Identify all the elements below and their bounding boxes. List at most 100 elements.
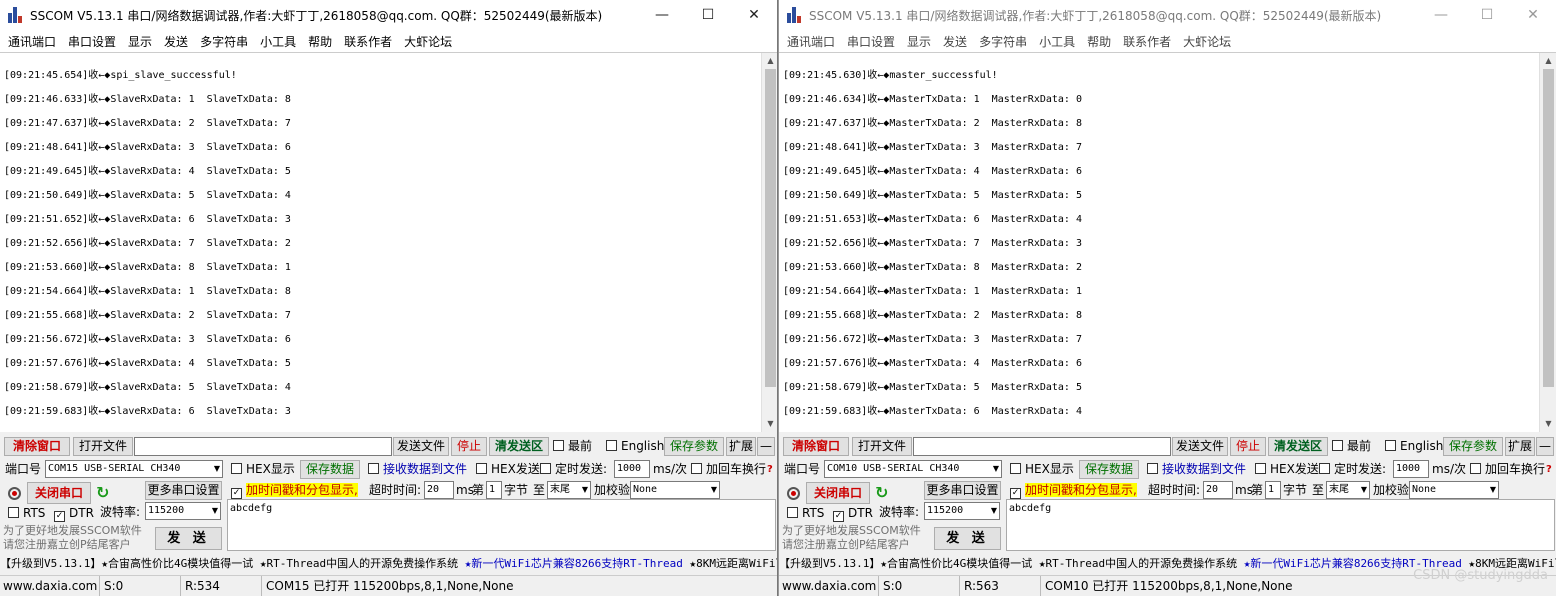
checksum-select[interactable]: None ▼ — [630, 481, 720, 499]
hex-display-checkbox[interactable]: HEX显示 — [231, 460, 295, 478]
timed-send-checkbox[interactable]: 定时发送: — [1319, 460, 1386, 478]
english-checkbox[interactable]: English — [1385, 437, 1443, 455]
timestamp-checkbox[interactable]: ✓ 加时间戳和分包显示, — [1010, 481, 1137, 499]
dtr-checkbox[interactable]: ✓ DTR — [54, 504, 94, 522]
receive-scrollbar[interactable]: ▲ ▼ — [761, 53, 777, 432]
news-ticker[interactable]: 【升级到V5.13.1】★合宙高性价比4G模块值得一试 ★RT-Thread中国… — [0, 554, 777, 574]
ticker-link[interactable]: ★新一代WiFi芯片兼容8266支持RT-Thread — [465, 557, 683, 570]
byte-index-input[interactable]: 1 — [1265, 481, 1281, 499]
add-crlf-checkbox[interactable]: 加回车换行 — [691, 460, 766, 478]
file-path-input[interactable] — [134, 437, 392, 456]
add-crlf-checkbox[interactable]: 加回车换行 — [1470, 460, 1545, 478]
menu-item[interactable]: 串口设置 — [62, 33, 122, 50]
timeout-input[interactable]: 20 — [424, 481, 454, 499]
refresh-icon[interactable]: ↻ — [875, 485, 888, 501]
open-file-button[interactable]: 打开文件 — [73, 437, 133, 456]
end-select[interactable]: 末尾 ▼ — [1326, 481, 1370, 499]
menu-item[interactable]: 小工具 — [1033, 33, 1081, 50]
menu-item[interactable]: 帮助 — [302, 33, 338, 50]
power-icon[interactable] — [787, 487, 800, 500]
recv-to-file-checkbox[interactable]: 接收数据到文件 — [368, 460, 467, 478]
send-file-button[interactable]: 发送文件 — [1172, 437, 1228, 456]
byte-index-input[interactable]: 1 — [486, 481, 502, 499]
save-data-button[interactable]: 保存数据 — [300, 460, 360, 479]
timestamp-checkbox[interactable]: ✓ 加时间戳和分包显示, — [231, 481, 358, 499]
close-port-button[interactable]: 关闭串口 — [806, 482, 870, 504]
send-file-button[interactable]: 发送文件 — [393, 437, 449, 456]
power-icon[interactable] — [8, 487, 21, 500]
stop-button[interactable]: 停止 — [451, 437, 487, 456]
rts-checkbox[interactable]: RTS — [8, 504, 45, 522]
timeout-input[interactable]: 20 — [1203, 481, 1233, 499]
baud-select[interactable]: 115200 ▼ — [145, 502, 221, 520]
menu-item[interactable]: 小工具 — [254, 33, 302, 50]
expand-button[interactable]: 扩展 — [1505, 437, 1535, 456]
send-button[interactable]: 发 送 — [155, 527, 222, 550]
port-select[interactable]: COM15 USB-SERIAL CH340 ▼ — [45, 460, 223, 478]
status-website[interactable]: www.daxia.com — [0, 576, 100, 596]
help-icon[interactable]: ? — [767, 464, 773, 476]
hex-send-checkbox[interactable]: HEX发送 — [476, 460, 540, 478]
clear-window-button[interactable]: 清除窗口 — [4, 437, 70, 456]
minimize-icon[interactable]: — — [1418, 0, 1464, 30]
menu-item[interactable]: 显示 — [122, 33, 158, 50]
menu-item[interactable]: 通讯端口 — [781, 33, 841, 50]
always-on-top-checkbox[interactable]: 最前 — [1332, 437, 1371, 455]
timed-interval-input[interactable]: 1000 — [1393, 460, 1429, 478]
scroll-down-icon[interactable]: ▼ — [762, 416, 777, 432]
file-path-input[interactable] — [913, 437, 1171, 456]
maximize-icon[interactable]: ☐ — [685, 0, 731, 30]
menu-item[interactable]: 大虾论坛 — [1177, 33, 1237, 50]
english-checkbox[interactable]: English — [606, 437, 664, 455]
title-bar[interactable]: SSCOM V5.13.1 串口/网络数据调试器,作者:大虾丁丁,2618058… — [0, 0, 777, 30]
scroll-thumb[interactable] — [765, 69, 776, 387]
expand-button[interactable]: 扩展 — [726, 437, 756, 456]
timed-interval-input[interactable]: 1000 — [614, 460, 650, 478]
menu-item[interactable]: 发送 — [937, 33, 973, 50]
dtr-checkbox[interactable]: ✓ DTR — [833, 504, 873, 522]
more-port-settings-button[interactable]: 更多串口设置 — [924, 481, 1001, 500]
scroll-up-icon[interactable]: ▲ — [762, 53, 777, 69]
menu-item[interactable]: 多字符串 — [973, 33, 1033, 50]
title-bar[interactable]: SSCOM V5.13.1 串口/网络数据调试器,作者:大虾丁丁,2618058… — [779, 0, 1556, 30]
baud-select[interactable]: 115200 ▼ — [924, 502, 1000, 520]
open-file-button[interactable]: 打开文件 — [852, 437, 912, 456]
recv-to-file-checkbox[interactable]: 接收数据到文件 — [1147, 460, 1246, 478]
save-data-button[interactable]: 保存数据 — [1079, 460, 1139, 479]
send-input[interactable]: abcdefg — [227, 499, 776, 551]
clear-window-button[interactable]: 清除窗口 — [783, 437, 849, 456]
receive-scrollbar[interactable]: ▲ ▼ — [1539, 53, 1556, 432]
clear-send-button[interactable]: 清发送区 — [489, 437, 549, 456]
scroll-down-icon[interactable]: ▼ — [1540, 416, 1556, 432]
menu-item[interactable]: 联系作者 — [338, 33, 398, 50]
save-params-button[interactable]: 保存参数 — [1443, 437, 1503, 456]
close-port-button[interactable]: 关闭串口 — [27, 482, 91, 504]
menu-item[interactable]: 大虾论坛 — [398, 33, 458, 50]
hex-display-checkbox[interactable]: HEX显示 — [1010, 460, 1074, 478]
menu-item[interactable]: 联系作者 — [1117, 33, 1177, 50]
menu-item[interactable]: 多字符串 — [194, 33, 254, 50]
always-on-top-checkbox[interactable]: 最前 — [553, 437, 592, 455]
maximize-icon[interactable]: ☐ — [1464, 0, 1510, 30]
receive-area[interactable]: [09:21:45.654]收←◆spi_slave_successful! [0… — [0, 52, 777, 432]
close-icon[interactable]: ✕ — [1510, 0, 1556, 30]
menu-item[interactable]: 通讯端口 — [2, 33, 62, 50]
refresh-icon[interactable]: ↻ — [96, 485, 109, 501]
timed-send-checkbox[interactable]: 定时发送: — [540, 460, 607, 478]
hex-send-checkbox[interactable]: HEX发送 — [1255, 460, 1319, 478]
checksum-select[interactable]: None ▼ — [1409, 481, 1499, 499]
send-input[interactable]: abcdefg — [1006, 499, 1555, 551]
collapse-button[interactable]: — — [1536, 437, 1554, 456]
end-select[interactable]: 末尾 ▼ — [547, 481, 591, 499]
scroll-up-icon[interactable]: ▲ — [1540, 53, 1556, 69]
rts-checkbox[interactable]: RTS — [787, 504, 824, 522]
scroll-thumb[interactable] — [1543, 69, 1554, 387]
menu-item[interactable]: 发送 — [158, 33, 194, 50]
menu-item[interactable]: 显示 — [901, 33, 937, 50]
collapse-button[interactable]: — — [757, 437, 775, 456]
status-website[interactable]: www.daxia.com — [779, 576, 879, 596]
clear-send-button[interactable]: 清发送区 — [1268, 437, 1328, 456]
menu-item[interactable]: 帮助 — [1081, 33, 1117, 50]
menu-item[interactable]: 串口设置 — [841, 33, 901, 50]
help-icon[interactable]: ? — [1546, 464, 1552, 476]
